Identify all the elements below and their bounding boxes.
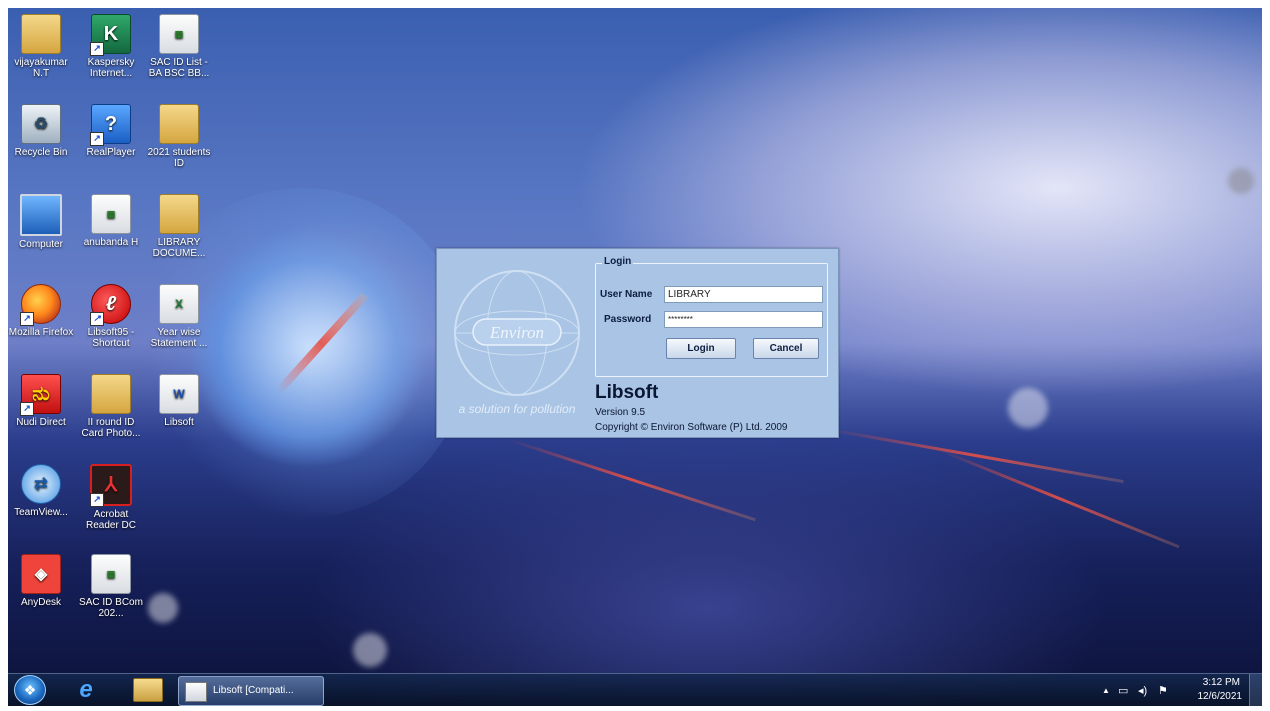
realplayer-icon: ? ↗	[90, 104, 131, 146]
product-name: Libsoft	[595, 382, 659, 403]
desktop-icon-acrobat-reader[interactable]: ⅄ ↗ Acrobat Reader DC	[78, 464, 144, 531]
firefox-icon: ↗	[20, 284, 61, 326]
login-button[interactable]: Login	[666, 338, 736, 359]
network-icon[interactable]: ▭	[1118, 684, 1128, 697]
libsoft-app-icon	[185, 682, 207, 702]
recycle-bin-icon: ♻	[21, 104, 61, 144]
desktop-icon-realplayer[interactable]: ? ↗ RealPlayer	[78, 104, 144, 158]
teamviewer-icon: ⇄	[21, 464, 61, 504]
desktop-icon-sac-id-list[interactable]: ▦ SAC ID List - BA BSC BB...	[146, 14, 212, 79]
desktop-icon-label: SAC ID BCom 202...	[79, 597, 143, 619]
system-tray: ▲ ▭ ◂) ⚑ 3:12 PM 12/6/2021	[1092, 674, 1262, 706]
desktop-icon-2021-students-id[interactable]: 2021 students ID	[146, 104, 212, 169]
username-label: User Name	[600, 289, 653, 300]
desktop-icon-label: RealPlayer	[86, 147, 136, 158]
desktop-icon-label: AnyDesk	[20, 597, 61, 608]
word-document-icon: W	[159, 374, 199, 414]
show-desktop-button[interactable]	[1249, 674, 1262, 706]
desktop-icon-libsoft-doc[interactable]: W Libsoft	[146, 374, 212, 428]
password-label: Password	[604, 314, 652, 325]
spreadsheet-icon: ▦	[91, 554, 131, 594]
desktop-icon-label: LIBRARY DOCUME...	[152, 237, 206, 259]
taskbar: ❖ e Libsoft [Compati... ▲ ▭ ◂) ⚑ 3:12 PM…	[8, 673, 1262, 706]
desktop-icon-libsoft95-shortcut[interactable]: ℓ ↗ Libsoft95 - Shortcut	[78, 284, 144, 349]
desktop-icon-ii-round-id-card[interactable]: II round ID Card Photo...	[78, 374, 144, 439]
taskbar-libsoft-button[interactable]: Libsoft [Compati...	[178, 676, 324, 706]
wallpaper-streak	[827, 428, 1124, 484]
taskbar-app-label: Libsoft [Compati...	[213, 685, 294, 696]
folder-icon	[159, 104, 199, 144]
desktop-icon-label: Recycle Bin	[14, 147, 68, 158]
copyright-text: Copyright © Environ Software (P) Ltd. 20…	[595, 422, 788, 433]
libsoft-login-dialog: Environ a solution for pollution Login U…	[436, 248, 839, 438]
desktop-icon-firefox[interactable]: ↗ Mozilla Firefox	[8, 284, 74, 338]
wallpaper-streak	[937, 448, 1180, 549]
spreadsheet-icon: ▦	[91, 194, 131, 234]
desktop-icon-library-documents[interactable]: LIBRARY DOCUME...	[146, 194, 212, 259]
acrobat-icon: ⅄ ↗	[90, 464, 132, 507]
environ-logo-text: Environ	[489, 323, 544, 342]
desktop-icon-vijayakumar[interactable]: vijayakumar N.T	[8, 14, 74, 79]
desktop-icon-label: vijayakumar N.T	[14, 57, 68, 79]
desktop-icon-label: Acrobat Reader DC	[85, 509, 137, 531]
clock-date[interactable]: 12/6/2021	[1198, 691, 1243, 702]
environ-globe-logo: Environ a solution for pollution	[454, 270, 580, 416]
anydesk-icon: ◈	[21, 554, 61, 594]
desktop-icon-label: SAC ID List - BA BSC BB...	[148, 57, 210, 79]
wallpaper-streak	[507, 438, 756, 522]
version-text: Version 9.5	[595, 407, 646, 418]
desktop-icon-label: Libsoft	[164, 417, 194, 428]
login-legend: Login	[602, 256, 634, 267]
desktop-icon-label: Year wise Statement ...	[150, 327, 208, 349]
desktop-icon-kaspersky[interactable]: K ↗ Kaspersky Internet...	[78, 14, 144, 79]
desktop-icon-label: Mozilla Firefox	[8, 327, 74, 338]
computer-icon	[20, 194, 62, 236]
wallpaper-bokeh	[353, 633, 387, 667]
folder-icon	[159, 194, 199, 234]
cancel-button[interactable]: Cancel	[753, 338, 819, 359]
start-button[interactable]: ❖	[12, 675, 48, 705]
tray-expand-icon[interactable]: ▲	[1102, 686, 1110, 695]
desktop[interactable]: vijayakumar N.T K ↗ Kaspersky Internet...…	[8, 8, 1262, 706]
desktop-icon-computer[interactable]: Computer	[8, 194, 74, 250]
desktop-icon-label: Kaspersky Internet...	[87, 57, 135, 79]
desktop-icon-teamviewer[interactable]: ⇄ TeamView...	[8, 464, 74, 518]
desktop-icon-label: Libsoft95 - Shortcut	[87, 327, 135, 349]
excel-icon: X	[159, 284, 199, 324]
desktop-icon-label: Nudi Direct	[16, 417, 66, 428]
action-center-flag-icon[interactable]: ⚑	[1158, 684, 1168, 697]
desktop-icon-label: TeamView...	[14, 507, 68, 518]
desktop-icon-label: Computer	[19, 239, 63, 250]
internet-explorer-icon[interactable]: e	[68, 676, 104, 704]
wallpaper-bokeh	[1228, 168, 1254, 194]
desktop-icon-anydesk[interactable]: ◈ AnyDesk	[8, 554, 74, 608]
clock-time[interactable]: 3:12 PM	[1203, 677, 1240, 688]
desktop-icon-label: 2021 students ID	[147, 147, 211, 169]
login-groupbox: Login User Name LIBRARY Password *******…	[595, 256, 828, 377]
username-field[interactable]: LIBRARY	[664, 286, 823, 303]
password-field[interactable]: ********	[664, 311, 823, 328]
file-explorer-icon[interactable]	[130, 676, 166, 704]
desktop-icon-anubanda[interactable]: ▦ anubanda H	[78, 194, 144, 248]
user-folder-icon	[21, 14, 61, 54]
kaspersky-icon: K ↗	[90, 14, 131, 56]
environ-logo-tagline: a solution for pollution	[459, 402, 576, 416]
wallpaper-bokeh	[1008, 388, 1048, 428]
spreadsheet-icon: ▦	[159, 14, 199, 54]
windows-logo-icon: ❖	[14, 675, 46, 705]
desktop-icon-sac-id-bcom[interactable]: ▦ SAC ID BCom 202...	[78, 554, 144, 619]
desktop-icon-recycle-bin[interactable]: ♻ Recycle Bin	[8, 104, 74, 158]
folder-icon	[91, 374, 131, 414]
desktop-icon-label: II round ID Card Photo...	[81, 417, 141, 439]
volume-icon[interactable]: ◂)	[1138, 684, 1147, 697]
desktop-icon-year-wise-statement[interactable]: X Year wise Statement ...	[146, 284, 212, 349]
wallpaper-bokeh	[148, 593, 178, 623]
libsoft-icon: ℓ ↗	[90, 284, 131, 326]
desktop-icon-nudi-direct[interactable]: ನು ↗ Nudi Direct	[8, 374, 74, 428]
desktop-icon-label: anubanda H	[83, 237, 139, 248]
nudi-icon: ನು ↗	[20, 374, 61, 416]
